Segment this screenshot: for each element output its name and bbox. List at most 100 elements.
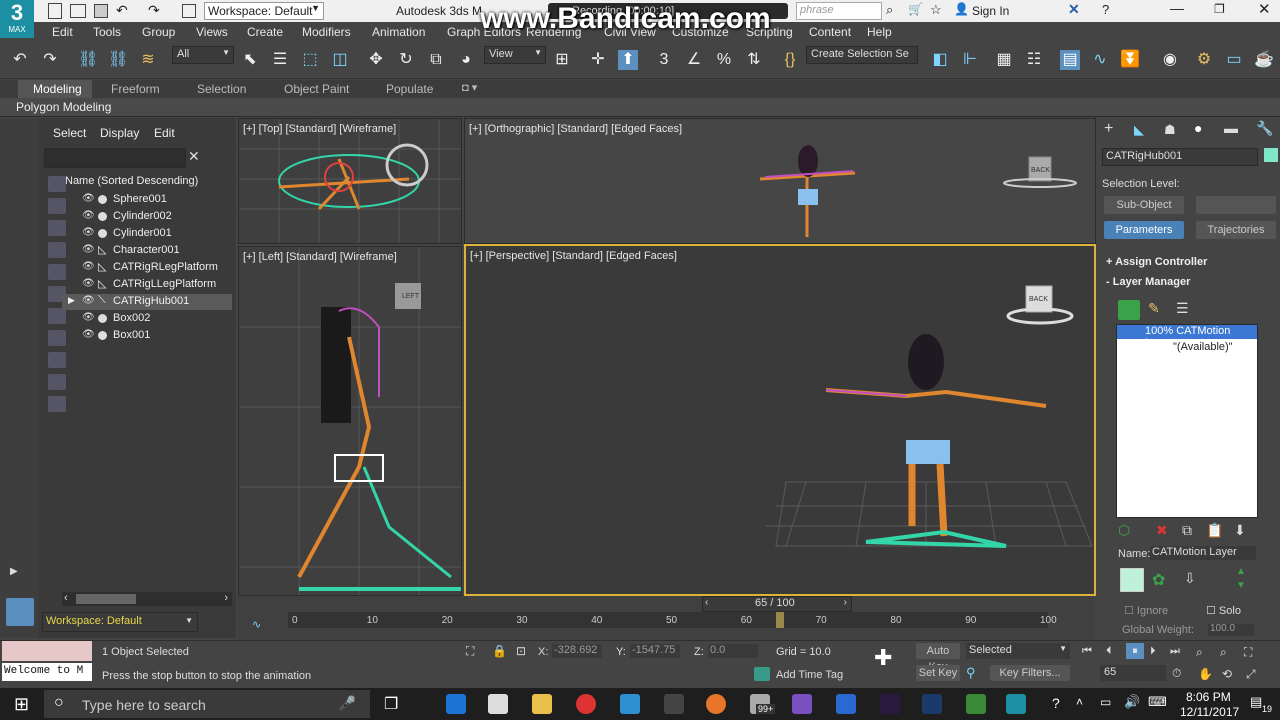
play-icon[interactable] <box>1118 300 1140 320</box>
auto-key-button[interactable]: Auto Key <box>916 643 960 673</box>
set-key-mode-icon[interactable]: ✚ <box>874 645 892 671</box>
user-icon[interactable]: 👤 <box>954 2 969 16</box>
pause-icon[interactable]: ⏸ <box>1126 643 1144 659</box>
layer-copy-icon[interactable]: ⧉ <box>1182 522 1192 539</box>
scene-search-input[interactable] <box>44 148 186 168</box>
layer-name-field[interactable]: CATMotion Layer <box>1150 546 1256 560</box>
set-key-button[interactable]: Set Key <box>916 665 960 681</box>
place-icon[interactable]: ◕ <box>456 50 476 70</box>
list-item[interactable]: 👁 Sphere001 <box>62 192 232 208</box>
eye-icon[interactable]: 👁 <box>82 261 95 272</box>
ignore-checkbox[interactable]: ☐ Ignore <box>1124 604 1168 617</box>
sign-in-link[interactable]: Sign In <box>972 4 1009 18</box>
eye-icon[interactable]: 👁 <box>82 278 95 289</box>
viewport-ortho[interactable]: [+] [Orthographic] [Standard] [Edged Fac… <box>464 118 1096 244</box>
premiere-icon[interactable] <box>880 694 900 714</box>
zoom-extents-icon[interactable]: ⛶ <box>1244 645 1252 660</box>
action-center-icon[interactable]: ▤ <box>1250 694 1262 710</box>
scene-tab-select[interactable]: Select <box>53 126 86 140</box>
scene-column-header[interactable]: Name (Sorted Descending) <box>62 174 232 190</box>
material-editor-icon[interactable]: ◉ <box>1160 50 1180 70</box>
pivot-center-icon[interactable]: ⊞ <box>552 50 572 70</box>
assign-controller-rollout[interactable]: + Assign Controller <box>1106 256 1207 268</box>
layer-settings-icon[interactable]: ☰ <box>1176 300 1189 317</box>
maxscript-listener[interactable] <box>2 641 92 661</box>
x-coordinate-field[interactable]: -328.692 <box>552 644 602 658</box>
cat-logo-icon[interactable]: ✿ <box>1152 570 1165 590</box>
render-frame-icon[interactable]: ▭ <box>1224 50 1244 70</box>
eye-icon[interactable]: 👁 <box>82 227 95 238</box>
align-icon[interactable]: ⊩ <box>960 50 980 70</box>
menu-views[interactable]: Views <box>196 25 228 39</box>
undo-icon[interactable]: ↶ <box>116 2 128 19</box>
photoshop-icon[interactable] <box>922 694 942 714</box>
object-name-field[interactable]: CATRigHub001 <box>1102 148 1258 166</box>
eye-icon[interactable]: 👁 <box>82 295 95 306</box>
list-item[interactable]: 👁 Box002 <box>62 311 232 327</box>
microphone-icon[interactable]: 🎤 <box>339 695 356 712</box>
star-icon[interactable]: ☆ <box>930 2 942 18</box>
sub-object-dropdown[interactable] <box>1196 196 1276 214</box>
save-file-icon[interactable] <box>94 4 108 18</box>
object-color-swatch[interactable] <box>1264 148 1278 162</box>
lock-selection-icon[interactable]: 🔒 <box>492 644 507 658</box>
rotate-icon[interactable]: ↻ <box>396 50 416 70</box>
windows-start-icon[interactable]: ⊞ <box>14 694 29 715</box>
add-time-tag[interactable]: Add Time Tag <box>776 669 843 681</box>
scroll-thumb[interactable] <box>76 594 136 604</box>
close-icon[interactable]: ✕ <box>1258 0 1271 18</box>
motion-tab-icon[interactable]: ● <box>1194 120 1202 136</box>
menu-animation[interactable]: Animation <box>372 25 425 39</box>
menu-edit[interactable]: Edit <box>52 25 73 39</box>
search-icon[interactable]: ⌕ <box>886 2 893 18</box>
move-icon[interactable]: ✥ <box>366 50 386 70</box>
goto-end-icon[interactable]: ⏭ <box>1170 645 1180 658</box>
menu-help[interactable]: Help <box>867 25 892 39</box>
select-manipulate-icon[interactable]: ✛ <box>588 50 608 70</box>
list-item[interactable]: 👁 ◺ CATRigLLegPlatform <box>62 277 232 293</box>
key-filter-icon[interactable]: ⚲ <box>966 665 976 681</box>
help-icon[interactable]: ? <box>1102 2 1109 17</box>
taskbar-search[interactable]: ○ Type here to search 🎤 <box>44 690 370 718</box>
prev-frame-icon[interactable]: ⏴ <box>1106 645 1112 658</box>
eye-icon[interactable]: 👁 <box>82 193 95 204</box>
pan-icon[interactable]: ✋ <box>1198 667 1213 681</box>
list-item[interactable]: 👁 ◺ CATRigRLegPlatform <box>62 260 232 276</box>
scene-explorer-icon[interactable]: ☷ <box>1024 50 1044 70</box>
clear-search-icon[interactable]: ✕ <box>188 148 200 165</box>
render-icon[interactable]: ☕ <box>1254 50 1274 70</box>
viewport-top-label[interactable]: [+] [Top] [Standard] [Wireframe] <box>243 123 396 135</box>
viewport-top[interactable]: [+] [Top] [Standard] [Wireframe] <box>238 118 462 244</box>
workspace-dropdown[interactable]: Workspace: Default ▼ <box>204 2 324 20</box>
list-item[interactable]: 👁 Cylinder002 <box>62 209 232 225</box>
viewport-layout-icon[interactable] <box>6 598 34 626</box>
percent-snap-icon[interactable]: % <box>714 50 734 70</box>
ribbon-tab-object-paint[interactable]: Object Paint <box>284 82 349 96</box>
ribbon-tab-modeling[interactable]: Modeling <box>33 82 82 96</box>
time-slider-prev-icon[interactable]: ‹ <box>705 597 708 608</box>
viewport-left[interactable]: [+] [Left] [Standard] [Wireframe] LEFT <box>238 246 462 596</box>
trajectories-button[interactable]: Trajectories <box>1196 221 1276 239</box>
minimize-icon[interactable]: — <box>1170 0 1184 16</box>
list-item-selected[interactable]: ▶ 👁 ⟍ CATRigHub001 <box>62 294 232 310</box>
parameters-button[interactable]: Parameters <box>1104 221 1184 239</box>
tray-up-icon[interactable]: ˄ <box>1076 695 1083 709</box>
expand-arrow-icon[interactable]: ▶ <box>68 295 75 306</box>
time-tag-icon[interactable] <box>754 667 770 681</box>
scroll-left-icon[interactable]: ‹ <box>64 592 68 604</box>
spinner-snap-icon[interactable]: ⇅ <box>744 50 764 70</box>
ribbon-tab-freeform[interactable]: Freeform <box>111 82 160 96</box>
workspace-selector[interactable]: Workspace: Default ▼ <box>42 612 198 632</box>
layer-explorer-icon[interactable]: ▦ <box>994 50 1014 70</box>
open-file-icon[interactable] <box>70 4 86 18</box>
curve-editor-icon[interactable]: ∿ <box>1090 50 1110 70</box>
eye-icon[interactable]: 👁 <box>82 210 95 221</box>
layer-list[interactable]: 100% CATMotion Layer "(Available)" <box>1116 324 1258 518</box>
bind-spacewarp-icon[interactable]: ≋ <box>138 50 158 70</box>
taskbar-app-icon[interactable] <box>664 694 684 714</box>
language-icon[interactable]: ⌨ <box>1148 694 1167 710</box>
edge-icon[interactable] <box>446 694 466 714</box>
sub-object-button[interactable]: Sub-Object <box>1104 196 1184 214</box>
viewcube-back[interactable]: BACK <box>1031 167 1050 174</box>
viewport-left-label[interactable]: [+] [Left] [Standard] [Wireframe] <box>243 251 397 263</box>
